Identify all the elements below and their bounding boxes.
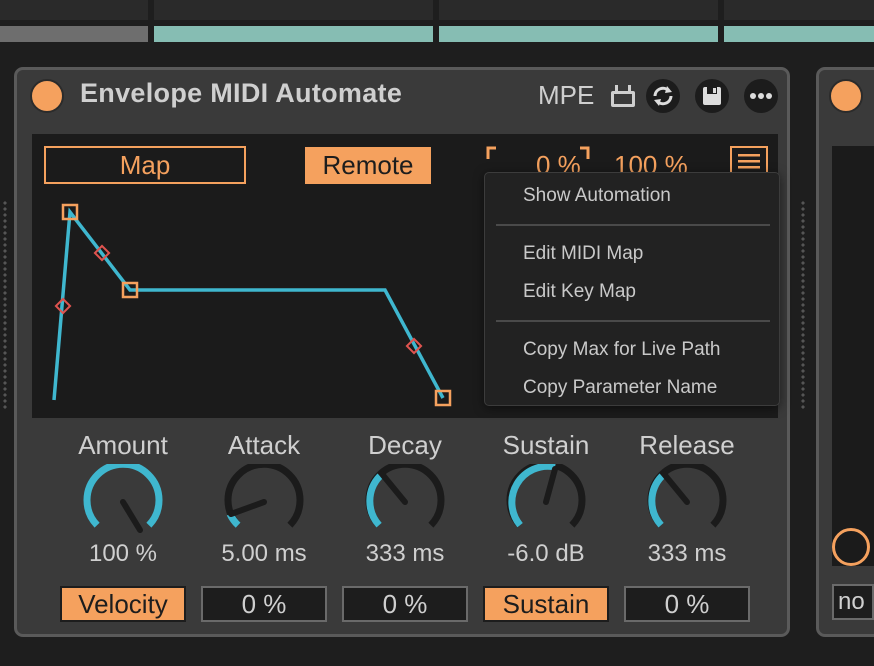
knob-label-release: Release (639, 430, 735, 460)
knob-value-decay: 333 ms (365, 540, 445, 567)
next-device-display (832, 146, 874, 566)
attack-mod-field[interactable]: 0 % (201, 586, 327, 622)
menu-item-show-automation[interactable]: Show Automation (523, 185, 671, 207)
amount-knob[interactable] (82, 464, 164, 540)
menu-item-edit-midi-map[interactable]: Edit MIDI Map (523, 243, 643, 265)
knob-label-sustain: Sustain (502, 430, 590, 460)
knob-value-attack: 5.00 ms (221, 540, 307, 567)
sustain-button[interactable]: Sustain (483, 586, 609, 622)
attack-knob[interactable] (223, 464, 305, 540)
release-knob[interactable] (646, 464, 728, 540)
knob-value-release: 333 ms (647, 540, 727, 567)
menu-separator (496, 320, 770, 322)
next-device-knob[interactable] (832, 528, 870, 566)
envelope-line (52, 207, 445, 401)
context-menu: Show Automation Edit MIDI Map Edit Key M… (484, 172, 780, 406)
knob-value-amount: 100 % (88, 540, 158, 567)
menu-item-copy-parameter-name[interactable]: Copy Parameter Name (523, 377, 717, 399)
knob-label-amount: Amount (78, 430, 168, 460)
release-mod-field[interactable]: 0 % (624, 586, 750, 622)
velocity-button[interactable]: Velocity (60, 586, 186, 622)
knob-value-sustain: -6.0 dB (507, 540, 585, 567)
menu-separator (496, 224, 770, 226)
next-device-field[interactable]: no (832, 584, 874, 620)
sustain-knob[interactable] (505, 464, 587, 540)
decay-knob[interactable] (364, 464, 446, 540)
decay-mod-field[interactable]: 0 % (342, 586, 468, 622)
knob-label-decay: Decay (368, 430, 442, 460)
next-device-power-button[interactable] (829, 79, 863, 113)
knob-label-attack: Attack (227, 430, 301, 460)
menu-item-copy-max-path[interactable]: Copy Max for Live Path (523, 339, 720, 361)
menu-item-edit-key-map[interactable]: Edit Key Map (523, 281, 636, 303)
